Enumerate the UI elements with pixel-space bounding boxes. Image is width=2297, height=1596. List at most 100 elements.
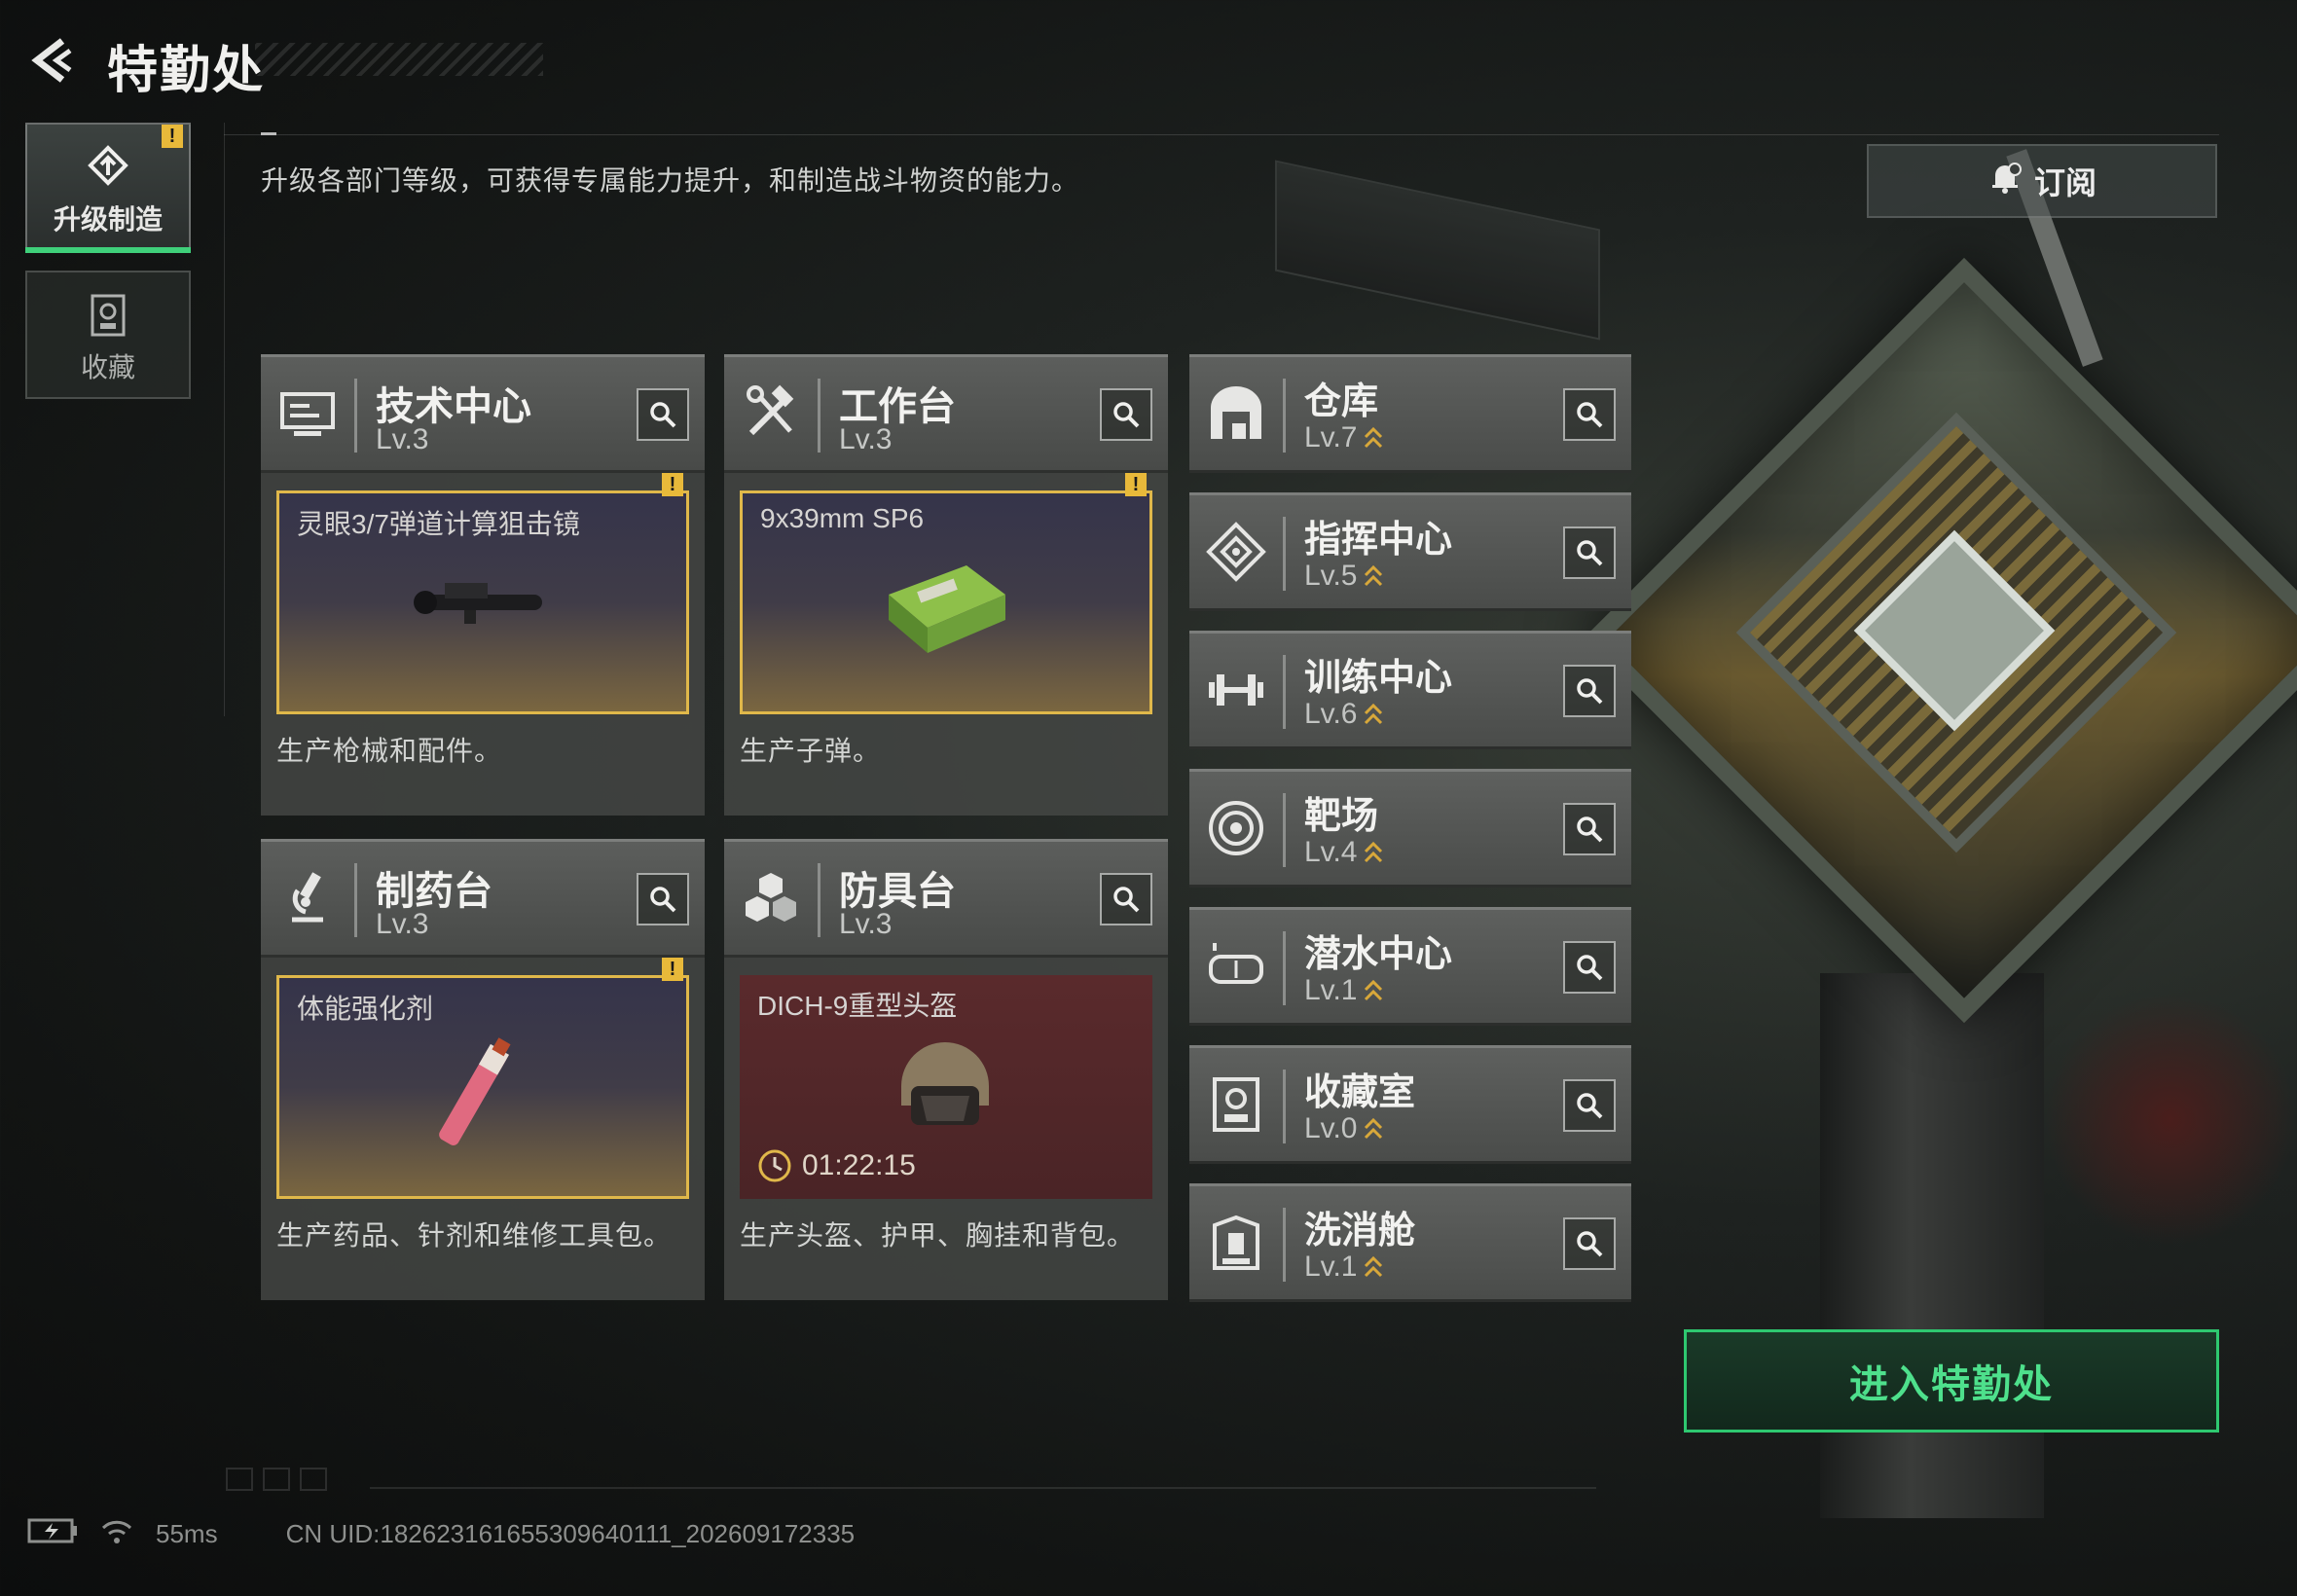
page-title: 特勤处 — [107, 43, 266, 99]
search-icon — [1577, 1093, 1603, 1119]
bottom-divider — [370, 1487, 1596, 1489]
production-item-slot[interactable]: 灵眼3/7弹道计算狙击镜 — [276, 490, 689, 714]
collection-icon — [1205, 1073, 1267, 1136]
header-separator — [1283, 931, 1286, 1005]
header-separator — [1283, 379, 1286, 453]
sidebar-tab-label: 收藏 — [80, 352, 135, 382]
hammer-wrench-icon — [740, 382, 802, 445]
card-body: 9x39mm SP6 ! 生产子弹。 — [724, 473, 1168, 816]
sidebar-tab-upgrade-craft[interactable]: 升级制造 ! — [25, 123, 191, 253]
card-header: 工作台 Lv.3 — [724, 354, 1168, 473]
facility-level: Lv.3 — [376, 908, 429, 940]
header-separator — [1283, 655, 1286, 729]
scope-image — [414, 583, 542, 624]
facility-training-center[interactable]: 训练中心 Lv.6 — [1189, 631, 1631, 749]
background-panel — [1275, 160, 1600, 341]
helmet-image — [901, 1042, 989, 1125]
header-divider-tick — [261, 132, 276, 135]
search-button[interactable] — [1563, 803, 1616, 855]
facility-level: Lv.3 — [839, 908, 893, 940]
search-button[interactable] — [1563, 526, 1616, 579]
production-item-slot[interactable]: 体能强化剂 — [276, 975, 689, 1199]
search-button[interactable] — [1563, 1217, 1616, 1270]
upgrade-chevron-icon — [1365, 979, 1383, 1001]
search-icon — [1113, 402, 1140, 428]
clock-icon — [758, 1149, 791, 1182]
facility-name: 洗消舱 — [1304, 1211, 1416, 1251]
search-button[interactable] — [1100, 873, 1152, 925]
sidebar-tab-collection[interactable]: 收藏 — [25, 271, 191, 399]
battery-icon — [27, 1516, 80, 1552]
card-body: 灵眼3/7弹道计算狙击镜 ! 生产枪械和配件。 — [261, 473, 705, 816]
facility-level: Lv.3 — [376, 423, 429, 455]
facility-level-row: Lv.0 — [1304, 1112, 1384, 1145]
card-header: 防具台 Lv.3 — [724, 839, 1168, 958]
production-card-workbench[interactable]: 工作台 Lv.3 9x39mm SP6 ! 生产子弹。 — [724, 354, 1168, 816]
production-card-tech-center[interactable]: 技术中心 Lv.3 灵眼3/7弹道计算狙击镜 ! 生产枪械和配件。 — [261, 354, 705, 816]
card-body: DICH-9重型头盔 01:22:15 生产头盔、护甲、胸挂和背包。 — [724, 958, 1168, 1300]
title-decoration — [255, 43, 543, 76]
search-icon — [1577, 402, 1603, 428]
production-card-pharmacy[interactable]: 制药台 Lv.3 体能强化剂 ! 生产药品、针剂和维修工具包。 — [261, 839, 705, 1300]
facility-shooting-range[interactable]: 靶场 Lv.4 — [1189, 769, 1631, 888]
back-arrow-icon[interactable] — [27, 35, 78, 86]
facility-decontamination[interactable]: 洗消舱 Lv.1 — [1189, 1183, 1631, 1302]
warning-badge: ! — [662, 958, 683, 981]
facility-level-row: Lv.1 — [1304, 1251, 1384, 1284]
facility-level-row: Lv.4 — [1304, 836, 1384, 869]
search-icon — [1113, 887, 1140, 913]
search-button[interactable] — [1563, 941, 1616, 994]
card-header: 制药台 Lv.3 — [261, 839, 705, 958]
facility-name: 训练中心 — [1304, 658, 1453, 699]
facility-level: Lv.7 — [1304, 421, 1358, 453]
ping-value: 55ms — [156, 1518, 218, 1548]
armor-blocks-icon — [740, 867, 802, 929]
facility-name: 潜水中心 — [1304, 934, 1453, 975]
header-separator — [1283, 1208, 1286, 1282]
search-icon — [1577, 816, 1603, 843]
facility-level-row: Lv.7 — [1304, 421, 1384, 454]
facility-warehouse[interactable]: 仓库 Lv.7 — [1189, 354, 1631, 473]
search-button[interactable] — [637, 873, 689, 925]
status-bar: 55ms CN UID:182623161655309640111_202609… — [27, 1514, 855, 1553]
facility-level: Lv.3 — [839, 423, 893, 455]
production-card-armor-bench[interactable]: 防具台 Lv.3 DICH-9重型头盔 01:22:15 生产头盔、护甲、胸挂和… — [724, 839, 1168, 1300]
search-icon — [650, 402, 676, 428]
upgrade-chevron-icon — [1365, 1255, 1383, 1278]
facility-command-center[interactable]: 指挥中心 Lv.5 — [1189, 492, 1631, 611]
ammo-box-image — [889, 565, 1005, 653]
warning-badge: ! — [662, 473, 683, 496]
enter-special-ops-button[interactable]: 进入特勤处 — [1684, 1329, 2219, 1433]
search-button[interactable] — [1563, 665, 1616, 717]
subscribe-label: 订阅 — [2033, 165, 2096, 200]
search-button[interactable] — [1100, 388, 1152, 441]
production-timer: 01:22:15 — [757, 1148, 916, 1183]
header-separator — [1283, 793, 1286, 867]
warehouse-icon — [1205, 382, 1267, 445]
subscribe-button[interactable]: 订阅 — [1867, 144, 2217, 218]
search-button[interactable] — [1563, 388, 1616, 441]
facility-level: Lv.4 — [1304, 836, 1358, 868]
facility-level: Lv.1 — [1304, 1251, 1358, 1283]
wifi-icon — [99, 1516, 134, 1552]
upgrade-craft-icon — [27, 144, 189, 191]
upgrade-chevron-icon — [1365, 703, 1383, 725]
production-item-slot[interactable]: 9x39mm SP6 — [740, 490, 1152, 714]
production-item-slot[interactable]: DICH-9重型头盔 01:22:15 — [740, 975, 1152, 1199]
facility-collection-room[interactable]: 收藏室 Lv.0 — [1189, 1045, 1631, 1164]
search-button[interactable] — [637, 388, 689, 441]
facility-name: 收藏室 — [1304, 1072, 1416, 1113]
item-name: 体能强化剂 — [297, 994, 434, 1024]
facility-name: 靶场 — [1304, 796, 1379, 837]
background-glow — [2044, 993, 2297, 1246]
header-separator — [354, 379, 357, 453]
header-separator — [818, 863, 820, 937]
warning-badge: ! — [1125, 473, 1147, 496]
facility-level-row: Lv.5 — [1304, 560, 1384, 593]
card-body: 体能强化剂 ! 生产药品、针剂和维修工具包。 — [261, 958, 705, 1300]
facility-diving-center[interactable]: 潜水中心 Lv.1 — [1189, 907, 1631, 1026]
search-button[interactable] — [1563, 1079, 1616, 1132]
facility-level-row: Lv.6 — [1304, 698, 1384, 731]
dumbbell-icon — [1205, 659, 1267, 721]
card-description: 生产药品、针剂和维修工具包。 — [276, 1220, 673, 1251]
